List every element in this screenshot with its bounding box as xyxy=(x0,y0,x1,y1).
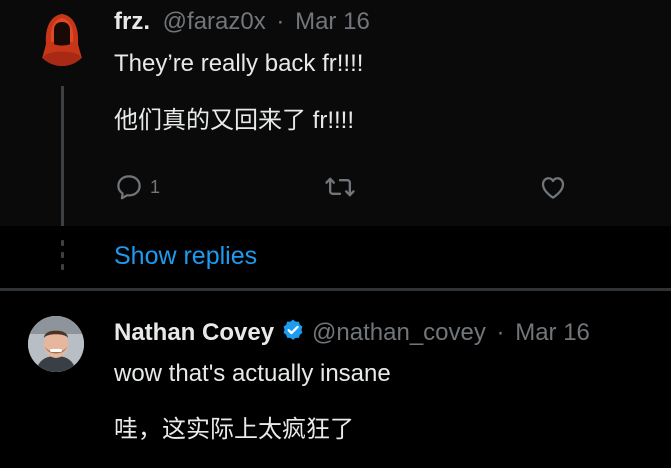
reply-button[interactable]: 1 xyxy=(114,172,160,202)
reply-icon xyxy=(117,175,141,200)
avatar-nathan-covey[interactable] xyxy=(28,316,84,372)
hooded-figure-avatar-image xyxy=(34,10,90,66)
display-name[interactable]: frz. xyxy=(114,8,150,35)
handle[interactable]: @faraz0x xyxy=(163,8,266,35)
action-bar: 1 xyxy=(114,170,574,204)
like-button[interactable] xyxy=(538,172,568,202)
tweet-header: Nathan Covey @nathan_covey · Mar 16 xyxy=(114,318,590,347)
thread-continuation-dots xyxy=(59,240,65,272)
verified-badge-icon xyxy=(283,319,303,340)
retweet-button[interactable] xyxy=(324,172,356,202)
like-icon xyxy=(541,177,565,199)
display-name[interactable]: Nathan Covey xyxy=(114,319,274,346)
timestamp[interactable]: Mar 16 xyxy=(515,319,590,346)
avatar-frz[interactable] xyxy=(34,10,90,66)
reply-tweet-nathan-covey[interactable]: Nathan Covey @nathan_covey · Mar 16 wow … xyxy=(0,291,671,468)
handle[interactable]: @nathan_covey xyxy=(312,319,486,346)
tweet-header: frz. @faraz0x · Mar 16 xyxy=(114,8,370,36)
thread-line xyxy=(61,86,64,226)
reply-tweet-frz[interactable]: frz. @faraz0x · Mar 16 They’re really ba… xyxy=(0,0,671,226)
tweet-text-english: wow that's actually insane xyxy=(114,360,391,387)
tweet-text-chinese: 哇，这实际上太疯狂了 xyxy=(114,416,354,443)
reply-count: 1 xyxy=(150,176,161,197)
tweet-text-chinese: 他们真的又回来了 fr!!!! xyxy=(114,107,354,134)
tweet-text-english: They’re really back fr!!!! xyxy=(114,50,364,77)
separator-dot: · xyxy=(276,8,285,35)
timestamp[interactable]: Mar 16 xyxy=(295,8,370,35)
show-replies-row[interactable] xyxy=(0,226,671,288)
separator-dot: · xyxy=(496,319,505,346)
show-replies-link[interactable]: Show replies xyxy=(114,242,257,271)
portrait-avatar-image xyxy=(28,316,84,372)
retweet-icon xyxy=(325,177,355,197)
